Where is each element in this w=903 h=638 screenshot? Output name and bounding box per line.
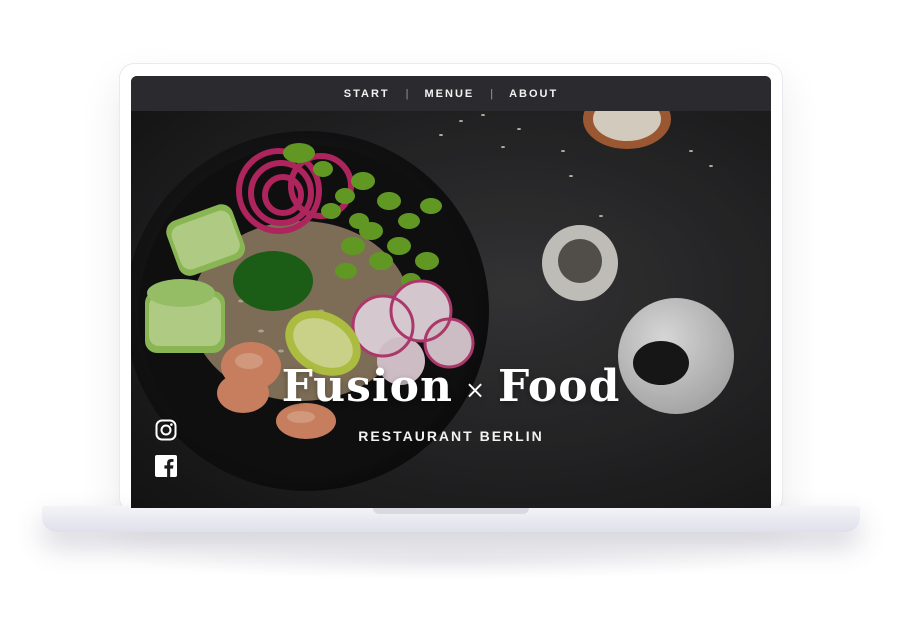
- hero-title-times: ×: [464, 375, 487, 404]
- hero-section: Fusion × Food RESTAURANT BERLIN: [131, 111, 771, 508]
- laptop-shadow: [120, 540, 780, 580]
- hero-title: Fusion × Food: [131, 361, 771, 412]
- top-navigation: START | MENUE | ABOUT: [131, 76, 771, 111]
- hero-subtitle: RESTAURANT BERLIN: [358, 428, 544, 444]
- laptop-screen: START | MENUE | ABOUT Fusion × Food REST…: [131, 76, 771, 508]
- nav-about[interactable]: ABOUT: [493, 88, 574, 100]
- nav-menue[interactable]: MENUE: [409, 88, 491, 100]
- hero-title-left: Fusion: [281, 361, 453, 412]
- nav-start[interactable]: START: [328, 88, 406, 100]
- hero-food-image: [131, 111, 771, 508]
- hero-title-right: Food: [498, 361, 621, 412]
